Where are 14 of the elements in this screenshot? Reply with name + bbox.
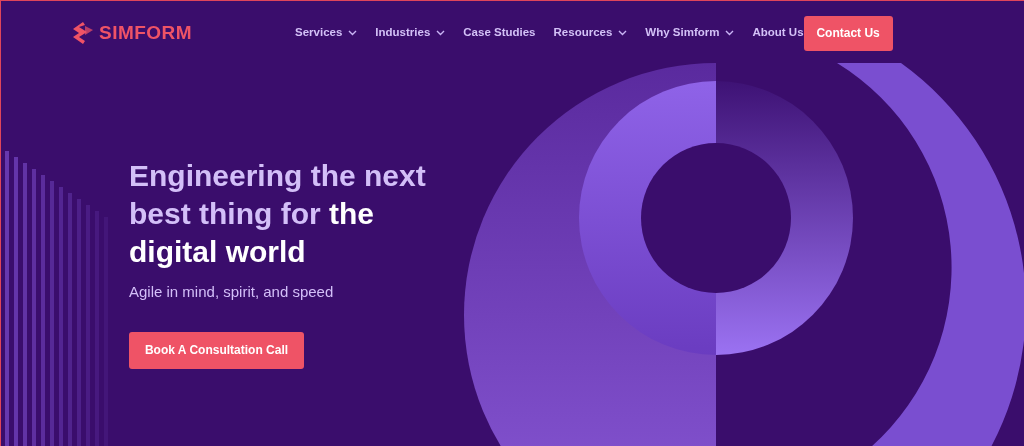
chevron-down-icon xyxy=(725,30,735,36)
chevron-down-icon xyxy=(618,30,628,36)
chevron-down-icon xyxy=(348,30,358,36)
hero-subtitle: Agile in mind, spirit, and speed xyxy=(129,282,335,302)
logo-icon xyxy=(73,22,93,44)
nav-link[interactable]: Case Studies xyxy=(463,24,536,42)
nav-link[interactable]: About Us xyxy=(752,24,804,42)
nav-link[interactable]: Services xyxy=(295,24,358,42)
logo-text: SIMFORM xyxy=(99,20,193,45)
nav-link[interactable]: Resources xyxy=(553,24,628,42)
nav-link[interactable]: Industries xyxy=(375,24,446,42)
hero-headline: Engineering the next best thing for the digital world xyxy=(129,158,427,270)
chevron-down-icon xyxy=(436,30,446,36)
nav-link[interactable]: Why Simform xyxy=(645,24,735,42)
